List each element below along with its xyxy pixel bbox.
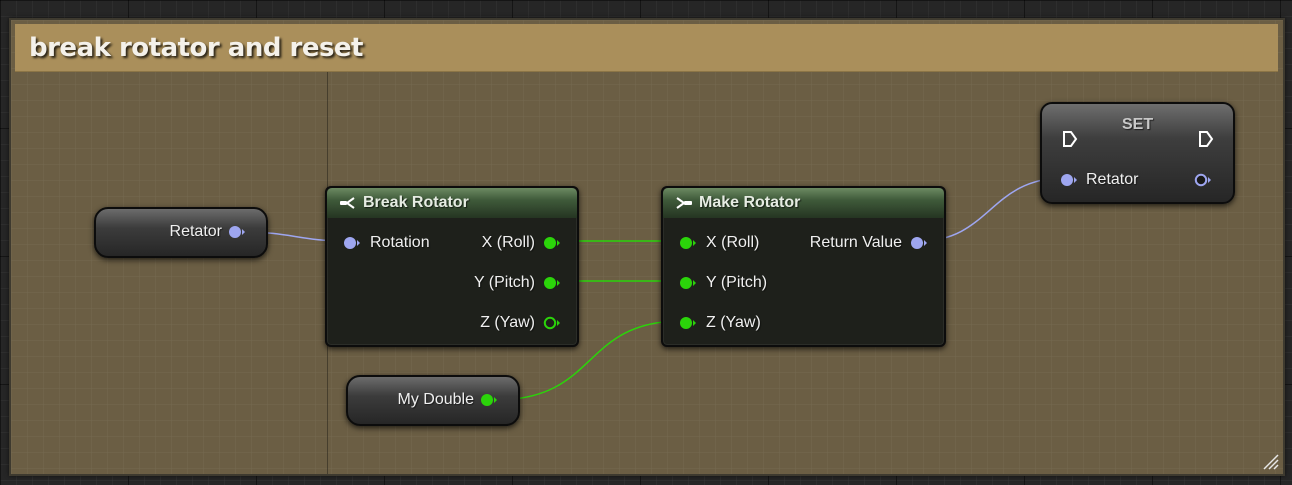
break-rotator-header[interactable]: Break Rotator: [327, 188, 577, 218]
x-roll-input-label: X (Roll): [706, 234, 760, 251]
break-rotator-node[interactable]: Break Rotator Rotation X (Roll) Y (Pitch…: [325, 186, 579, 347]
return-value-pin-icon[interactable]: [910, 236, 928, 250]
make-struct-icon: [676, 197, 692, 209]
return-value-label: Return Value: [809, 234, 902, 251]
comment-title[interactable]: break rotator and reset: [29, 33, 364, 63]
z-yaw-input-pin-icon[interactable]: [679, 316, 697, 330]
y-pitch-output-label: Y (Pitch): [473, 274, 535, 291]
z-yaw-output-pin-icon[interactable]: [543, 316, 561, 330]
my-double-get-node[interactable]: My Double: [346, 375, 520, 426]
set-retator-node[interactable]: SET Retator: [1040, 102, 1235, 204]
resize-grip-icon[interactable]: [1261, 452, 1279, 470]
x-roll-output-pin-icon[interactable]: [543, 236, 561, 250]
break-struct-icon: [340, 197, 355, 209]
retator-get-label: Retator: [169, 223, 222, 240]
retator-set-label: Retator: [1086, 171, 1139, 188]
rotation-input-pin-icon[interactable]: [343, 236, 361, 250]
rotator-pin-icon[interactable]: [228, 225, 246, 239]
x-roll-output-label: X (Roll): [481, 234, 535, 251]
y-pitch-input-label: Y (Pitch): [706, 274, 768, 291]
rotation-input-label: Rotation: [370, 234, 430, 251]
make-rotator-title: Make Rotator: [699, 194, 801, 211]
retator-set-input-pin-icon[interactable]: [1060, 173, 1078, 187]
set-title: SET: [1122, 116, 1154, 133]
retator-set-output-pin-icon[interactable]: [1194, 173, 1212, 187]
break-rotator-title: Break Rotator: [363, 194, 469, 211]
retator-get-node[interactable]: Retator: [94, 207, 268, 258]
z-yaw-output-label: Z (Yaw): [480, 314, 535, 331]
exec-input-pin-icon[interactable]: [1062, 130, 1078, 148]
y-pitch-output-pin-icon[interactable]: [543, 276, 561, 290]
my-double-label: My Double: [397, 391, 474, 408]
make-rotator-node[interactable]: Make Rotator X (Roll) Y (Pitch) Z (Yaw) …: [661, 186, 946, 347]
make-rotator-header[interactable]: Make Rotator: [663, 188, 944, 218]
exec-output-pin-icon[interactable]: [1198, 130, 1214, 148]
z-yaw-input-label: Z (Yaw): [706, 314, 761, 331]
comment-header[interactable]: break rotator and reset: [15, 24, 1278, 72]
y-pitch-input-pin-icon[interactable]: [679, 276, 697, 290]
float-pin-icon[interactable]: [480, 393, 498, 407]
x-roll-input-pin-icon[interactable]: [679, 236, 697, 250]
